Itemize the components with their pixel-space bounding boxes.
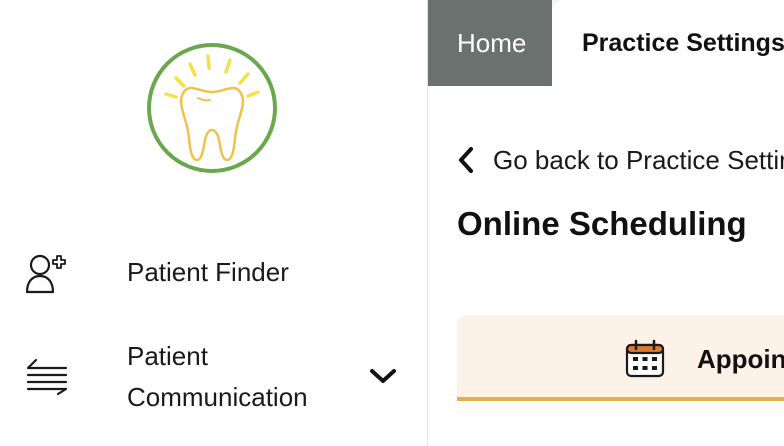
back-link-label: Go back to Practice Settings <box>493 145 784 175</box>
transfer-arrows-icon <box>26 358 68 396</box>
sidebar-item-patient-finder[interactable]: Patient Finder <box>0 250 427 296</box>
tooth-logo-icon[interactable] <box>146 42 278 174</box>
patient-add-icon <box>25 254 66 294</box>
top-tab-bar: Home Practice Settings <box>428 0 784 86</box>
chevron-left-icon <box>459 147 473 173</box>
main-content: Go back to Practice Settings Online Sche… <box>428 86 784 446</box>
section-label: Appointments <box>697 344 784 374</box>
sidebar: Patient Finder Patient Communication <box>0 0 428 446</box>
tab-practice-settings[interactable]: Practice Settings <box>552 0 784 86</box>
section-header-appointments[interactable]: Appointments <box>457 315 784 401</box>
page-title: Online Scheduling <box>457 205 747 242</box>
sidebar-item-label: Patient Finder <box>127 257 289 287</box>
tab-home[interactable]: Home <box>428 0 552 86</box>
calendar-icon <box>625 339 665 378</box>
chevron-down-icon[interactable] <box>368 366 398 386</box>
sidebar-item-patient-communication[interactable]: Patient Communication <box>0 336 427 420</box>
sidebar-item-label: Patient Communication <box>127 341 308 412</box>
